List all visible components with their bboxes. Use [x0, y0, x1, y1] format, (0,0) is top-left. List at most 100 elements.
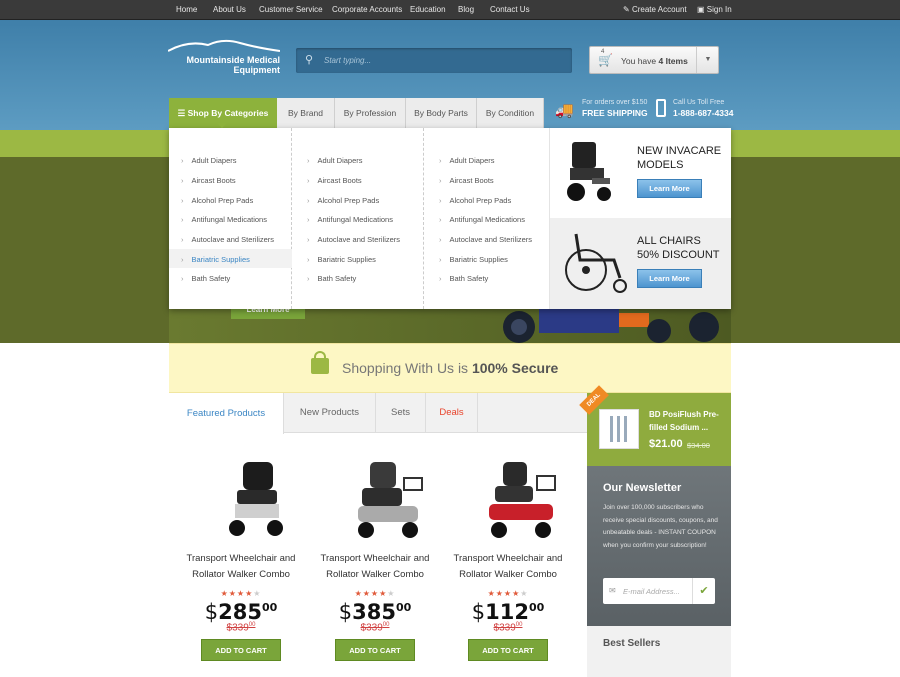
- category-item[interactable]: Bariatric Supplies: [439, 255, 508, 264]
- category-item[interactable]: Antifungal Medications: [307, 215, 393, 224]
- promo2-title: ALL CHAIRS 50% DISCOUNT: [637, 235, 720, 261]
- category-item[interactable]: Alcohol Prep Pads: [307, 196, 380, 205]
- category-column-2: Adult Diapers Aircast Boots Alcohol Prep…: [292, 128, 424, 309]
- product-price: $28500: [204, 600, 278, 624]
- category-item[interactable]: Aircast Boots: [307, 176, 362, 185]
- tab-deals[interactable]: Deals: [426, 393, 478, 433]
- product-card: Transport Wheelchair and Rollator Walker …: [310, 440, 440, 662]
- secure-message: Shopping With Us is 100% Secure: [342, 360, 559, 376]
- power-wheelchair-image: [567, 142, 611, 201]
- categories-dropdown: Adult Diapers Aircast Boots Alcohol Prep…: [169, 123, 731, 309]
- category-column-1: Adult Diapers Aircast Boots Alcohol Prep…: [169, 128, 292, 309]
- tab-by-body-parts[interactable]: By Body Parts: [406, 98, 477, 128]
- category-item[interactable]: Bath Safety: [307, 274, 357, 283]
- cart-badge: 4: [601, 49, 605, 55]
- create-account-link[interactable]: ✎ Create Account: [623, 5, 687, 14]
- add-to-cart-button[interactable]: ADD TO CART: [201, 639, 281, 662]
- category-item[interactable]: Antifungal Medications: [439, 215, 525, 224]
- add-to-cart-button[interactable]: ADD TO CART: [468, 639, 548, 662]
- secure-shopping-bar: Shopping With Us is 100% Secure: [169, 343, 731, 393]
- category-item[interactable]: Adult Diapers: [439, 156, 495, 165]
- cart-dropdown-toggle[interactable]: ▼: [696, 47, 719, 73]
- category-item[interactable]: Bariatric Supplies: [307, 255, 376, 264]
- deal-product-name: BD PosiFlush Pre-filled Sodium ...: [649, 410, 719, 432]
- newsletter-email-input[interactable]: ✉ E-mail Address... ✔: [603, 578, 715, 604]
- tab-featured-products[interactable]: Featured Products: [169, 393, 284, 434]
- subscribe-check-button[interactable]: ✔: [692, 578, 715, 604]
- cart-icon: 🛒: [598, 53, 613, 67]
- category-item[interactable]: Bath Safety: [181, 274, 231, 283]
- category-item[interactable]: Autoclave and Sterilizers: [307, 235, 401, 244]
- rating-stars: ★★★★★: [354, 589, 396, 598]
- promo-all-chairs: ALL CHAIRS 50% DISCOUNT Learn More: [549, 218, 731, 309]
- phone-info: Call Us Toll Free 1-888-687-4334: [673, 99, 734, 118]
- category-item[interactable]: Bath Safety: [439, 274, 489, 283]
- logo[interactable]: Mountainside Medical Equipment: [167, 38, 281, 75]
- product-name[interactable]: Transport Wheelchair and Rollator Walker …: [310, 551, 440, 583]
- product-price: $38500: [338, 600, 412, 624]
- deal-old-price: $34.00: [687, 441, 710, 450]
- newsletter-text: Join over 100,000 subscribers who receiv…: [603, 504, 718, 549]
- sign-in-label: Sign In: [706, 5, 732, 14]
- nav-about-us[interactable]: About Us: [213, 5, 246, 14]
- shipping-line1: For orders over $150: [582, 99, 648, 106]
- menu-icon: ☰: [177, 108, 186, 118]
- promo2-learn-more-button[interactable]: Learn More: [637, 269, 702, 288]
- category-item[interactable]: Aircast Boots: [439, 176, 494, 185]
- truck-icon: 🚚: [555, 102, 574, 119]
- deal-box[interactable]: DEAL BD PosiFlush Pre-filled Sodium ... …: [579, 385, 731, 466]
- promo-new-invacare: NEW INVACARE MODELS Learn More: [549, 128, 731, 218]
- tab-by-condition[interactable]: By Condition: [477, 98, 544, 128]
- tab-by-brand[interactable]: By Brand: [277, 98, 335, 128]
- lock-icon: ▣: [697, 5, 705, 14]
- phone-line1: Call Us Toll Free: [673, 99, 725, 106]
- category-item[interactable]: Adult Diapers: [181, 156, 237, 165]
- nav-customer-service[interactable]: Customer Service: [259, 5, 323, 14]
- category-item[interactable]: Alcohol Prep Pads: [181, 196, 254, 205]
- tab-new-products[interactable]: New Products: [284, 393, 376, 433]
- logo-line2: Equipment: [233, 65, 281, 75]
- search-input[interactable]: ⚲ Start typing...: [296, 48, 572, 73]
- category-item[interactable]: Adult Diapers: [307, 156, 363, 165]
- add-to-cart-button[interactable]: ADD TO CART: [335, 639, 415, 662]
- nav-blog[interactable]: Blog: [458, 5, 474, 14]
- product-tabs: Featured Products New Products Sets Deal…: [169, 393, 587, 434]
- product-card: Transport Wheelchair and Rollator Walker …: [176, 440, 306, 662]
- tab-by-profession[interactable]: By Profession: [335, 98, 406, 128]
- category-item[interactable]: Alcohol Prep Pads: [439, 196, 512, 205]
- category-item[interactable]: Autoclave and Sterilizers: [181, 235, 275, 244]
- top-bar: Home About Us Customer Service Corporate…: [0, 0, 900, 20]
- product-name[interactable]: Transport Wheelchair and Rollator Walker …: [443, 551, 573, 583]
- product-image-scooter: [357, 462, 423, 538]
- padlock-shackle: [314, 351, 326, 361]
- pencil-icon: ✎: [623, 5, 630, 14]
- cart-summary: You have 4 Items: [621, 56, 688, 66]
- deal-product-image: [599, 409, 639, 449]
- category-item[interactable]: Antifungal Medications: [181, 215, 267, 224]
- sign-in-link[interactable]: ▣ Sign In: [697, 5, 732, 14]
- newsletter-title: Our Newsletter: [603, 482, 682, 494]
- category-item-active[interactable]: Bariatric Supplies: [181, 255, 250, 264]
- nav-home[interactable]: Home: [176, 5, 197, 14]
- email-placeholder: E-mail Address...: [623, 587, 680, 596]
- mail-icon: ✉: [609, 586, 616, 595]
- phone-icon: [656, 99, 666, 117]
- cart-widget[interactable]: 🛒 4 You have 4 Items ▼: [589, 46, 719, 74]
- category-item[interactable]: Autoclave and Sterilizers: [439, 235, 533, 244]
- category-item[interactable]: Aircast Boots: [181, 176, 236, 185]
- product-name[interactable]: Transport Wheelchair and Rollator Walker …: [176, 551, 306, 583]
- tab-sets[interactable]: Sets: [376, 393, 426, 433]
- promo1-learn-more-button[interactable]: Learn More: [637, 179, 702, 198]
- nav-education[interactable]: Education: [410, 5, 446, 14]
- nav-contact-us[interactable]: Contact Us: [490, 5, 530, 14]
- product-old-price: $33900: [360, 622, 390, 634]
- mountain-logo-icon: [167, 39, 281, 52]
- wheelchair-image: [565, 233, 627, 293]
- nav-corporate-accounts[interactable]: Corporate Accounts: [332, 5, 402, 14]
- tab-label: Shop By Categories: [187, 108, 269, 118]
- best-sellers-box: Best Sellers: [587, 626, 731, 677]
- logo-line1: Mountainside Medical: [186, 55, 280, 65]
- search-placeholder: Start typing...: [324, 56, 372, 65]
- category-column-3: Adult Diapers Aircast Boots Alcohol Prep…: [424, 128, 549, 309]
- free-shipping-info: For orders over $150 FREE SHIPPING: [582, 99, 648, 118]
